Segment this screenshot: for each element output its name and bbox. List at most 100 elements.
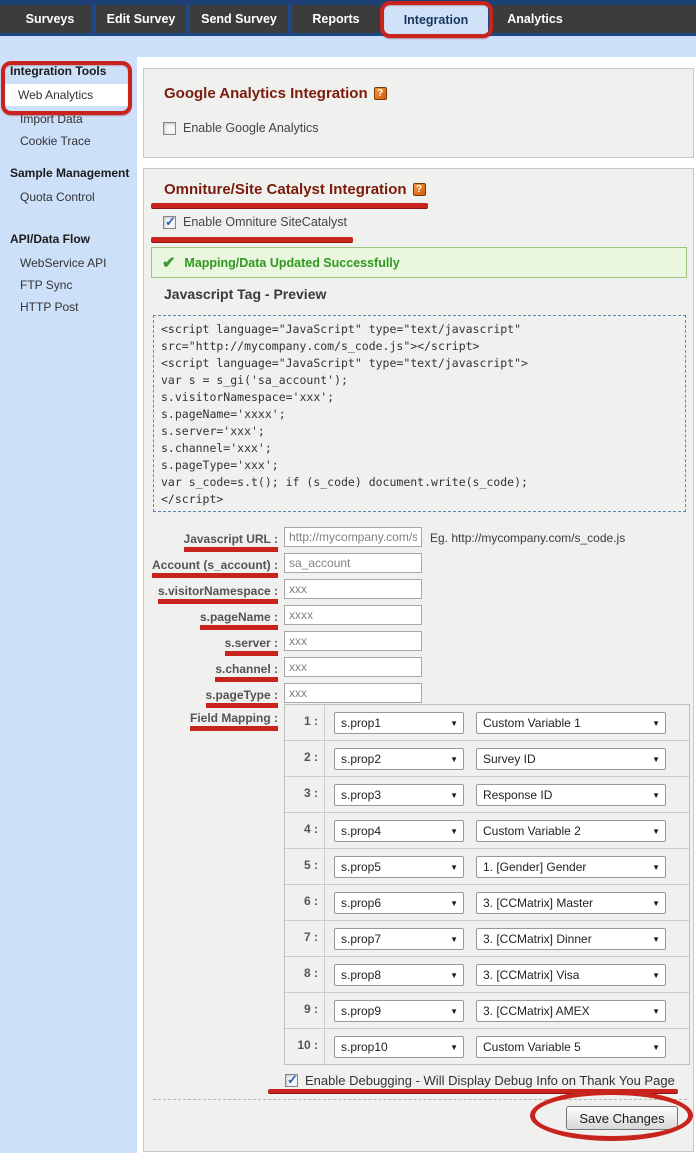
tab-analytics[interactable]: Analytics xyxy=(492,5,578,33)
chevron-down-icon: ▼ xyxy=(450,827,458,836)
google-analytics-title: Google Analytics Integration ? xyxy=(164,85,387,102)
prop-select-10[interactable]: s.prop10▼ xyxy=(334,1036,464,1058)
target-select-value: Custom Variable 2 xyxy=(483,824,581,838)
javascript-tag-preview-title: Javascript Tag - Preview xyxy=(164,286,326,302)
prop-select-2[interactable]: s.prop2▼ xyxy=(334,748,464,770)
enable-debugging-checkbox[interactable] xyxy=(285,1074,298,1087)
target-select-10[interactable]: Custom Variable 5▼ xyxy=(476,1036,666,1058)
page-type-input[interactable] xyxy=(284,683,422,703)
annotation-underline-debugging xyxy=(268,1089,678,1093)
target-select-8[interactable]: 3. [CCMatrix] Visa▼ xyxy=(476,964,666,986)
target-select-value: Survey ID xyxy=(483,752,536,766)
chevron-down-icon: ▼ xyxy=(450,1007,458,1016)
target-select-5[interactable]: 1. [Gender] Gender▼ xyxy=(476,856,666,878)
sidebar-item-http-post[interactable]: HTTP Post xyxy=(0,296,137,318)
target-select-1[interactable]: Custom Variable 1▼ xyxy=(476,712,666,734)
chevron-down-icon: ▼ xyxy=(450,863,458,872)
account-input[interactable] xyxy=(284,553,422,573)
prop-select-value: s.prop3 xyxy=(341,788,381,802)
mapping-row-7: 7 : s.prop7▼ 3. [CCMatrix] Dinner▼ xyxy=(285,921,689,957)
target-select-9[interactable]: 3. [CCMatrix] AMEX ▼ xyxy=(476,1000,666,1022)
sidebar-spacer xyxy=(0,208,137,232)
sidebar-spacer xyxy=(0,152,137,166)
sidebar-item-web-analytics[interactable]: Web Analytics xyxy=(4,84,132,106)
save-changes-button[interactable]: Save Changes xyxy=(566,1106,678,1130)
omniture-panel: Omniture/Site Catalyst Integration ? Ena… xyxy=(143,168,694,1152)
prop-select-3[interactable]: s.prop3 ▼ xyxy=(334,784,464,806)
prop-select-value: s.prop5 xyxy=(341,860,381,874)
target-select-6[interactable]: 3. [CCMatrix] Master▼ xyxy=(476,892,666,914)
prop-select-7[interactable]: s.prop7▼ xyxy=(334,928,464,950)
chevron-down-icon: ▼ xyxy=(450,719,458,728)
chevron-down-icon: ▼ xyxy=(652,1043,660,1052)
field-mapping-label-wrap: Field Mapping : xyxy=(144,709,278,727)
mapping-row-1: 1 : s.prop1▼ Custom Variable 1▼ xyxy=(285,705,689,741)
sidebar: Integration Tools Web Analytics Import D… xyxy=(0,36,137,1153)
tab-send-survey[interactable]: Send Survey xyxy=(190,5,288,33)
chevron-down-icon: ▼ xyxy=(652,791,660,800)
target-select-2[interactable]: Survey ID▼ xyxy=(476,748,666,770)
target-select-4[interactable]: Custom Variable 2 ▼ xyxy=(476,820,666,842)
sidebar-item-cookie-trace[interactable]: Cookie Trace xyxy=(0,130,137,152)
mapping-row-3: 3 : s.prop3 ▼ Response ID▼ xyxy=(285,777,689,813)
sidebar-header-integration-tools: Integration Tools xyxy=(10,64,137,78)
field-mapping-label: Field Mapping : xyxy=(190,711,278,731)
tab-edit-survey[interactable]: Edit Survey xyxy=(96,5,186,33)
annotation-underline-enable-omniture xyxy=(151,237,353,242)
prop-select-6[interactable]: s.prop6▼ xyxy=(334,892,464,914)
prop-select-value: s.prop9 xyxy=(341,1004,381,1018)
visitor-namespace-input[interactable] xyxy=(284,579,422,599)
target-select-7[interactable]: 3. [CCMatrix] Dinner▼ xyxy=(476,928,666,950)
tab-integration[interactable]: Integration xyxy=(384,5,488,36)
javascript-url-input[interactable] xyxy=(284,527,422,547)
sidebar-item-quota-control[interactable]: Quota Control xyxy=(0,186,137,208)
channel-label: s.channel : xyxy=(215,662,278,682)
prop-select-5[interactable]: s.prop5 ▼ xyxy=(334,856,464,878)
prop-select-1[interactable]: s.prop1▼ xyxy=(334,712,464,734)
chevron-down-icon: ▼ xyxy=(652,719,660,728)
prop-select-value: s.prop4 xyxy=(341,824,381,838)
code-line: var s_code=s.t(); if (s_code) document.w… xyxy=(161,474,685,491)
enable-google-analytics-checkbox[interactable] xyxy=(163,122,176,135)
chevron-down-icon: ▼ xyxy=(450,1043,458,1052)
mapping-row-6: 6 : s.prop6▼ 3. [CCMatrix] Master▼ xyxy=(285,885,689,921)
account-label: Account (s_account) : xyxy=(152,558,278,578)
sidebar-item-ftp-sync[interactable]: FTP Sync xyxy=(0,274,137,296)
success-check-icon: ✔ xyxy=(162,253,175,273)
form-row-server: s.server : xyxy=(144,631,695,657)
chevron-down-icon: ▼ xyxy=(450,935,458,944)
sidebar-item-webservice-api[interactable]: WebService API xyxy=(0,252,137,274)
enable-omniture-checkbox[interactable] xyxy=(163,216,176,229)
mapping-row-8: 8 : s.prop8▼ 3. [CCMatrix] Visa▼ xyxy=(285,957,689,993)
prop-select-9[interactable]: s.prop9 ▼ xyxy=(334,1000,464,1022)
mapping-row-2: 2 : s.prop2▼ Survey ID▼ xyxy=(285,741,689,777)
target-select-value: 3. [CCMatrix] Dinner xyxy=(483,932,592,946)
target-select-3[interactable]: Response ID▼ xyxy=(476,784,666,806)
chevron-down-icon: ▼ xyxy=(652,1007,660,1016)
sidebar-header-api-data-flow: API/Data Flow xyxy=(10,232,137,246)
javascript-url-label: Javascript URL : xyxy=(184,532,278,552)
footer-divider xyxy=(153,1099,687,1100)
mapping-row-4: 4 : s.prop4▼ Custom Variable 2▼ xyxy=(285,813,689,849)
annotation-underline-omniture-title xyxy=(151,203,428,208)
enable-google-analytics-row: Enable Google Analytics xyxy=(163,121,319,135)
enable-google-analytics-label: Enable Google Analytics xyxy=(183,121,319,135)
mapping-row-number: 10 : xyxy=(285,1029,325,1065)
tab-reports[interactable]: Reports xyxy=(292,5,380,33)
help-icon[interactable]: ? xyxy=(413,183,426,196)
server-input[interactable] xyxy=(284,631,422,651)
sidebar-item-import-data[interactable]: Import Data xyxy=(0,108,137,130)
mapping-row-9: 9 : s.prop9▼ 3. [CCMatrix] AMEX▼ xyxy=(285,993,689,1029)
page-name-input[interactable] xyxy=(284,605,422,625)
chevron-down-icon: ▼ xyxy=(652,827,660,836)
omniture-title: Omniture/Site Catalyst Integration ? xyxy=(164,181,426,198)
prop-select-4[interactable]: s.prop4 ▼ xyxy=(334,820,464,842)
mapping-row-number: 3 : xyxy=(285,777,325,812)
tab-surveys[interactable]: Surveys xyxy=(8,5,92,33)
chevron-down-icon: ▼ xyxy=(450,791,458,800)
help-icon[interactable]: ? xyxy=(374,87,387,100)
prop-select-8[interactable]: s.prop8▼ xyxy=(334,964,464,986)
channel-input[interactable] xyxy=(284,657,422,677)
target-select-value: 3. [CCMatrix] AMEX xyxy=(483,1004,590,1018)
mapping-row-number: 2 : xyxy=(285,741,325,776)
